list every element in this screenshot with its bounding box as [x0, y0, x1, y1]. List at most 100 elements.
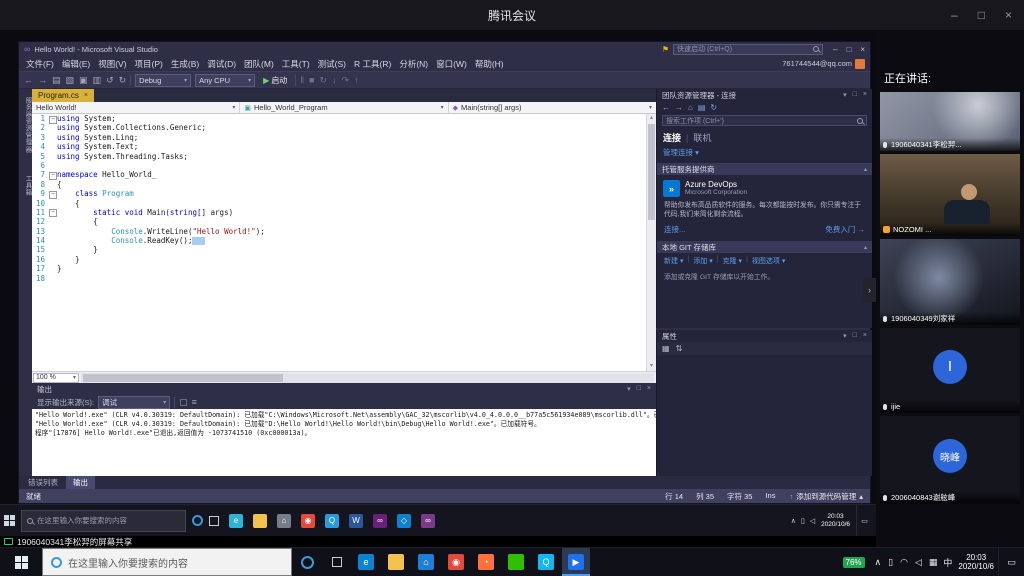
panel-dropdown-icon[interactable]: ▾ — [843, 91, 847, 99]
ime-indicator[interactable]: 中 — [943, 556, 952, 569]
zoom-dropdown[interactable]: 100 %▾ — [33, 373, 79, 383]
account-info[interactable]: 761744544@qq.com — [782, 59, 867, 69]
panel-float-icon[interactable]: □ — [853, 332, 857, 340]
project-dropdown[interactable]: Hello World!▾ — [32, 102, 240, 113]
forward-icon[interactable]: → — [675, 103, 683, 112]
cortana-icon[interactable] — [192, 515, 203, 526]
scrollbar-thumb[interactable] — [648, 124, 655, 220]
solution-config-dropdown[interactable]: Debug▾ — [135, 74, 191, 87]
visual-studio-icon[interactable]: ∞ — [369, 505, 391, 536]
menu-item[interactable]: 团队(M) — [240, 58, 278, 70]
bottom-tab[interactable]: 输出 — [66, 476, 95, 489]
shared-search-box[interactable]: 在这里输入你要搜索的内容 — [21, 510, 186, 532]
word-icon[interactable]: W — [345, 505, 367, 536]
file-explorer-icon[interactable] — [249, 505, 271, 536]
sidebar-collapse-button[interactable]: › — [863, 278, 876, 302]
step-over-icon[interactable]: ↷ — [342, 76, 350, 85]
menu-item[interactable]: 工具(T) — [278, 58, 314, 70]
restart-icon[interactable]: ↻ — [319, 76, 327, 85]
step-into-icon[interactable]: ↓ — [332, 76, 337, 85]
undo-icon[interactable]: ↺ — [106, 76, 114, 85]
battery-icon[interactable]: ▯ — [888, 557, 893, 568]
menu-item[interactable]: 视图(V) — [94, 58, 130, 70]
menu-item[interactable]: 生成(B) — [167, 58, 203, 70]
git-action-2[interactable]: 克隆 ▾ — [723, 256, 742, 266]
qq-icon[interactable]: Q — [532, 548, 560, 576]
te-page-title[interactable]: 连接 — [663, 131, 681, 144]
save-icon[interactable]: ▣ — [79, 76, 88, 85]
panel-dropdown-icon[interactable]: ▾ — [843, 332, 847, 340]
vs-minimize-button[interactable]: – — [833, 45, 837, 54]
redo-icon[interactable]: ↻ — [119, 76, 127, 85]
menu-item[interactable]: 文件(F) — [22, 58, 58, 70]
menu-item[interactable]: 编辑(E) — [58, 58, 94, 70]
panel-close-icon[interactable]: × — [863, 332, 867, 340]
vs-titlebar[interactable]: ∞ Hello World! - Microsoft Visual Studio… — [19, 42, 870, 56]
save-all-icon[interactable]: ▥ — [93, 76, 102, 85]
new-file-icon[interactable]: ▤ — [52, 76, 61, 85]
properties-header[interactable]: 属性 ▾ □ × — [657, 330, 872, 342]
participant-tile[interactable]: 1906040341李松羿... — [880, 92, 1020, 151]
chrome-icon[interactable]: ◉ — [442, 548, 470, 576]
menu-item[interactable]: R 工具(R) — [350, 58, 395, 70]
menu-item[interactable]: 项目(P) — [131, 58, 167, 70]
member-dropdown[interactable]: ◆ Main(string[] args)▾ — [449, 102, 656, 113]
menu-item[interactable]: 调试(D) — [203, 58, 240, 70]
maximize-button[interactable]: □ — [978, 8, 985, 22]
microsoft-store-icon[interactable]: ⌂ — [273, 505, 295, 536]
battery-icon[interactable]: ▯ — [801, 517, 805, 525]
edge-icon[interactable]: e — [225, 505, 247, 536]
start-button[interactable] — [0, 548, 42, 576]
editor-horizontal-scrollbar[interactable] — [81, 373, 654, 383]
refresh-icon[interactable]: ↻ — [710, 103, 717, 112]
categorized-icon[interactable]: ▦ — [662, 344, 670, 353]
firefox-icon[interactable]: ◔ — [472, 548, 500, 576]
git-action-3[interactable]: 视图选项 ▾ — [752, 256, 785, 266]
panel-close-icon[interactable]: × — [863, 91, 867, 99]
panel-dropdown-icon[interactable]: ▾ — [627, 385, 631, 393]
add-to-source-control-button[interactable]: ↑ 添加到源代码管理 ▴ — [789, 491, 863, 502]
action-center-icon[interactable]: ▭ — [856, 505, 872, 536]
notifications-flag-icon[interactable]: ⚑ — [662, 45, 669, 54]
task-view-icon[interactable] — [209, 516, 219, 526]
get-started-link[interactable]: 免费入门 → — [825, 224, 865, 235]
participant-tile[interactable]: NOZOMI ... — [880, 154, 1020, 236]
participant-tile[interactable]: Iijie — [880, 328, 1020, 413]
menu-item[interactable]: 测试(S) — [314, 58, 350, 70]
team-explorer-header[interactable]: 团队资源管理器 - 连接 ▾ □ × — [657, 89, 872, 101]
alphabetical-icon[interactable]: ⇅ — [676, 344, 683, 353]
clear-output-icon[interactable]: ▢ — [179, 398, 188, 407]
panel-close-icon[interactable]: × — [647, 385, 651, 393]
te-online-link[interactable]: 联机 — [693, 131, 711, 144]
panel-float-icon[interactable]: □ — [637, 385, 641, 393]
output-source-dropdown[interactable]: 调试▾ — [98, 396, 170, 409]
side-tab-1[interactable]: 工具箱 — [21, 169, 32, 202]
cortana-button[interactable] — [292, 548, 322, 576]
vs-close-button[interactable]: × — [860, 45, 865, 54]
work-items-icon[interactable]: ▤ — [698, 103, 706, 112]
wechat-icon[interactable] — [502, 548, 530, 576]
git-action-1[interactable]: 添加 ▾ — [693, 256, 712, 266]
taskbar-clock[interactable]: 20:03 2020/10/6 — [958, 553, 994, 572]
type-dropdown[interactable]: ▣ Hello_World_Program▾ — [240, 102, 448, 113]
hosted-providers-section[interactable]: 托管服务提供商 ▴ — [657, 163, 872, 175]
navigate-forward-icon[interactable]: → — [38, 76, 47, 85]
taskbar-search-box[interactable]: 在这里输入你要搜索的内容 — [42, 548, 292, 576]
vscode-icon[interactable]: ◇ — [393, 505, 415, 536]
collapse-icon[interactable]: ▴ — [864, 244, 867, 251]
bottom-tab[interactable]: 错误列表 — [21, 476, 65, 489]
back-icon[interactable]: ← — [662, 103, 670, 112]
action-center-icon[interactable]: ▭ — [998, 548, 1024, 576]
quick-launch-input[interactable]: 快速启动 (Ctrl+Q) — [673, 44, 823, 55]
code-editor[interactable]: 1using System;2using System.Collections.… — [32, 114, 646, 371]
chevron-up-icon[interactable]: ∧ — [791, 517, 796, 525]
minimize-button[interactable]: – — [951, 8, 958, 22]
home-icon[interactable]: ⌂ — [688, 103, 693, 112]
word-wrap-icon[interactable]: ≡ — [192, 398, 197, 407]
git-action-0[interactable]: 新建 ▾ — [664, 256, 683, 266]
scrollbar-thumb[interactable] — [83, 374, 283, 382]
start-button-shared[interactable] — [4, 515, 15, 526]
start-debug-button[interactable]: ▶ 启动 — [259, 75, 291, 86]
edge-icon[interactable]: e — [352, 548, 380, 576]
manage-connections-link[interactable]: 管理连接 ▾ — [657, 145, 872, 160]
